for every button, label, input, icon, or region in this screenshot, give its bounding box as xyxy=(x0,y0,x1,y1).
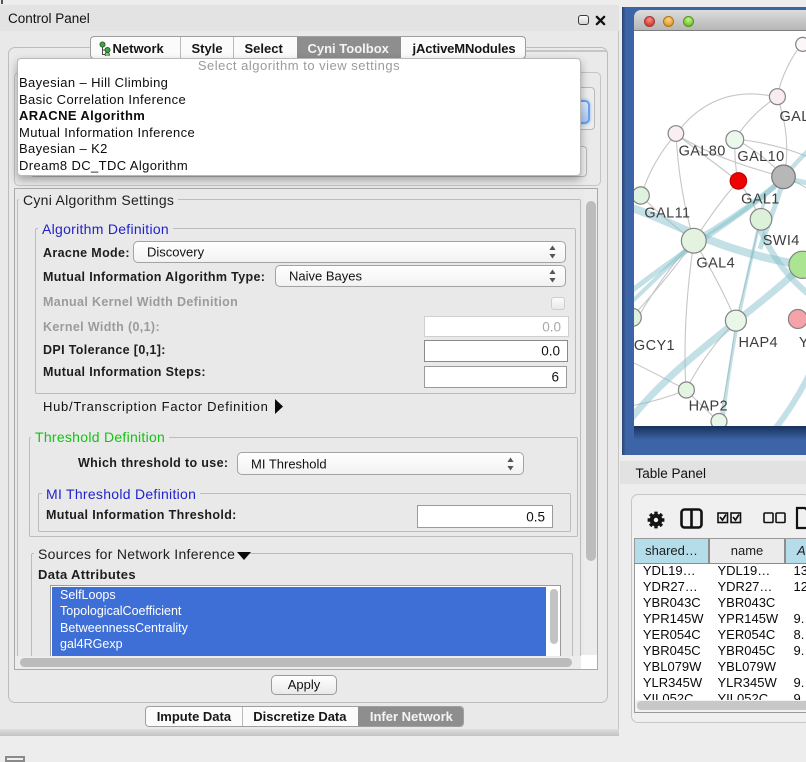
svg-text:GAL11: GAL11 xyxy=(644,205,690,221)
svg-text:GAL1: GAL1 xyxy=(741,191,780,207)
svg-text:GAL2: GAL2 xyxy=(780,109,806,125)
svg-text:HAP4: HAP4 xyxy=(739,335,778,351)
svg-text:HAP2: HAP2 xyxy=(689,398,728,414)
svg-text:GAL10: GAL10 xyxy=(737,149,784,165)
svg-text:GCY1: GCY1 xyxy=(634,337,675,353)
svg-text:GAL80: GAL80 xyxy=(679,143,726,159)
svg-text:GAL4: GAL4 xyxy=(696,255,735,271)
svg-text:SWI4: SWI4 xyxy=(763,233,800,249)
svg-text:Y: Y xyxy=(799,335,806,351)
